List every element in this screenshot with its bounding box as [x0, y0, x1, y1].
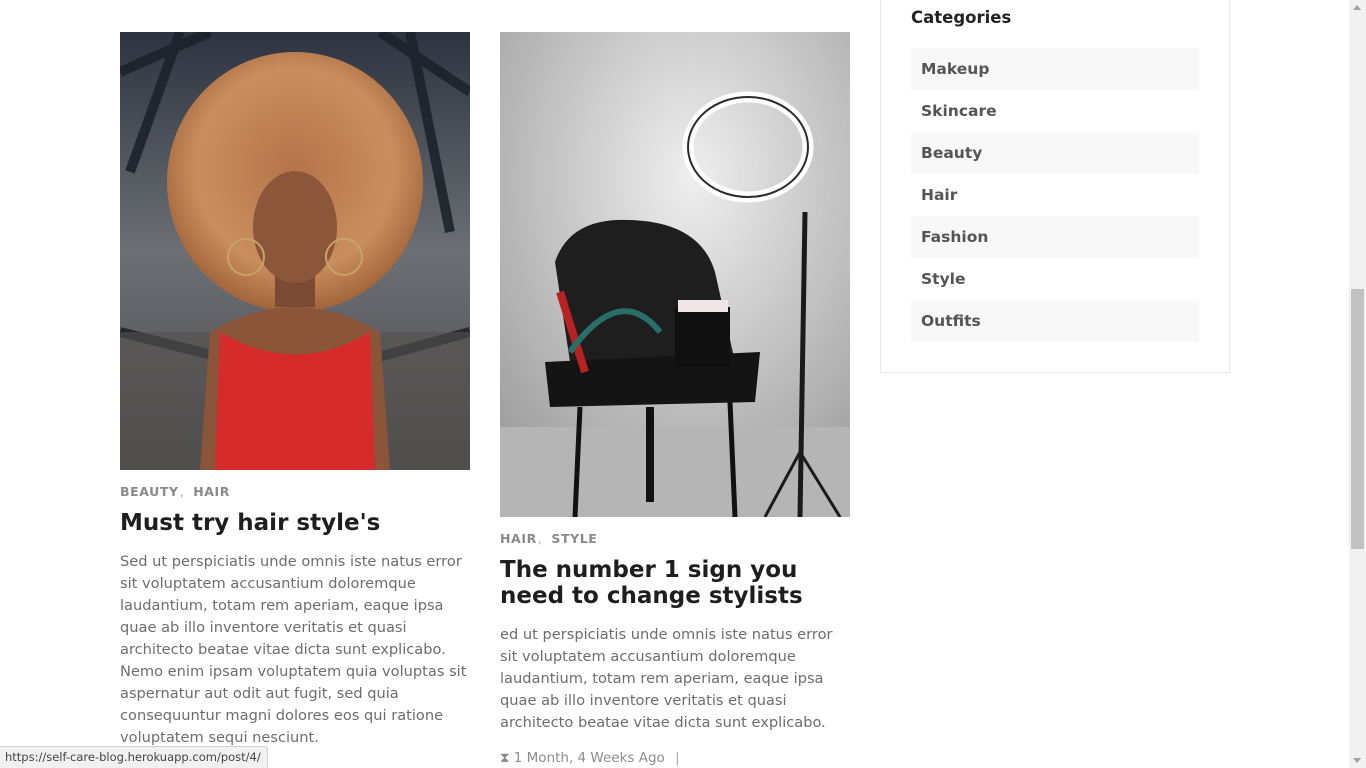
category-item-outfits[interactable]: Outfits — [911, 300, 1199, 342]
post-time: 1 Month, 4 Weeks Ago — [513, 750, 665, 766]
category-link[interactable]: HAIR — [500, 531, 537, 546]
scroll-down-icon[interactable] — [1353, 758, 1361, 763]
post-image-link[interactable] — [500, 32, 850, 517]
category-link[interactable]: STYLE — [551, 531, 597, 546]
post-title[interactable]: Must try hair style's — [120, 510, 470, 536]
portrait-photo-icon — [120, 32, 470, 470]
scroll-up-icon[interactable] — [1353, 5, 1361, 10]
scrollbar-thumb[interactable] — [1351, 289, 1364, 549]
post-card: BEAUTY, HAIR Must try hair style's Sed u… — [120, 32, 470, 749]
widget-title: Categories — [911, 8, 1012, 27]
post-meta: ⧗ 1 Month, 4 Weeks Ago | — [500, 750, 850, 766]
post-excerpt: Sed ut perspiciatis unde omnis iste natu… — [120, 553, 467, 746]
category-item-skincare[interactable]: Skincare — [911, 90, 1199, 132]
category-item-style[interactable]: Style — [911, 258, 1199, 300]
category-item-beauty[interactable]: Beauty — [911, 132, 1199, 174]
post-categories: BEAUTY, HAIR — [120, 484, 231, 499]
post-categories: HAIR, STYLE — [500, 531, 598, 546]
status-bar-url: https://self-care-blog.herokuapp.com/pos… — [0, 746, 268, 768]
category-item-makeup[interactable]: Makeup — [911, 48, 1199, 90]
post-card: HAIR, STYLE The number 1 sign you need t… — [500, 32, 850, 766]
category-link[interactable]: BEAUTY — [120, 484, 179, 499]
post-excerpt: ed ut perspiciatis unde omnis iste natus… — [500, 626, 833, 731]
vertical-scrollbar[interactable] — [1349, 0, 1366, 768]
category-list: Makeup Skincare Beauty Hair Fashion Styl… — [911, 48, 1199, 342]
post-image-link[interactable] — [120, 32, 470, 470]
post-title[interactable]: The number 1 sign you need to change sty… — [500, 557, 850, 609]
category-link[interactable]: HAIR — [193, 484, 230, 499]
categories-widget: Categories Makeup Skincare Beauty Hair F… — [880, 0, 1230, 373]
clock-icon: ⧗ — [500, 750, 510, 766]
meta-separator: | — [675, 750, 680, 766]
category-item-hair[interactable]: Hair — [911, 174, 1199, 216]
salon-chair-photo-icon — [500, 32, 850, 517]
category-item-fashion[interactable]: Fashion — [911, 216, 1199, 258]
